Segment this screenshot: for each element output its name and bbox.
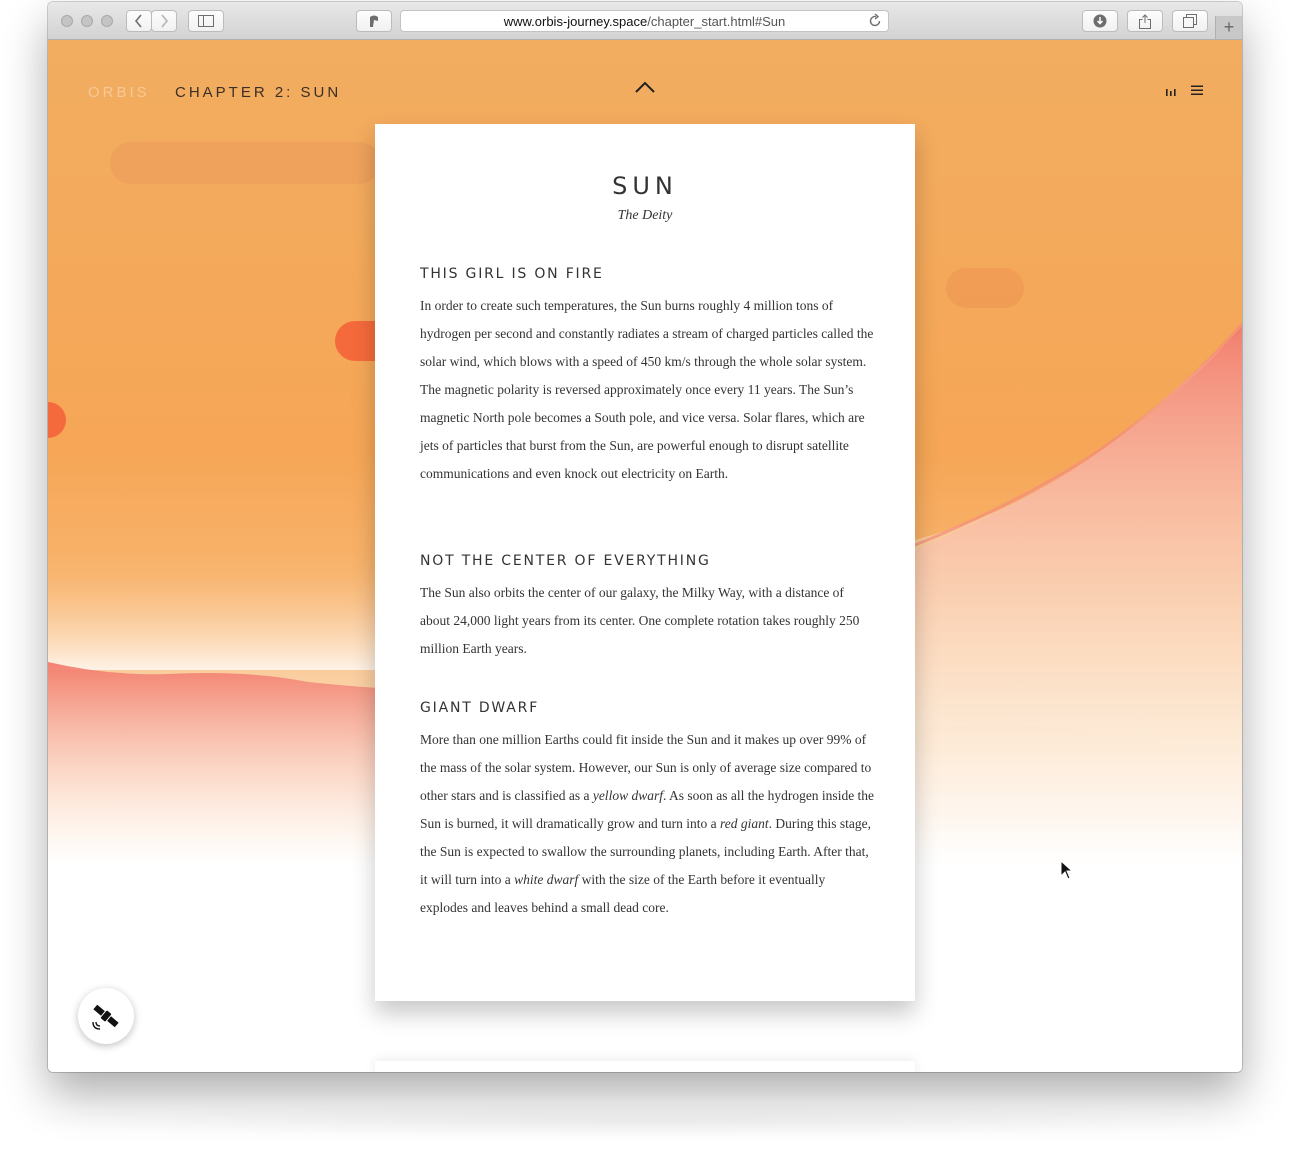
share-icon [1139, 13, 1151, 29]
section-heading: NOT THE CENTER OF EVERYTHING [420, 553, 711, 569]
next-card [375, 1061, 915, 1072]
card-subtitle: The Deity [617, 208, 673, 223]
downloads-button[interactable] [1082, 10, 1118, 32]
tabs-icon [1183, 14, 1197, 28]
minimize-window-button[interactable] [81, 15, 93, 27]
section-heading: THIS GIRL IS ON FIRE [420, 266, 604, 282]
hamburger-menu-icon[interactable] [1191, 85, 1203, 96]
satellite-button[interactable] [78, 988, 134, 1044]
ghostery-icon [370, 15, 378, 27]
chapter-title: CHAPTER 2: SUN [175, 84, 342, 101]
window-shadow [0, 1100, 1294, 1140]
plus-icon: + [1223, 17, 1235, 37]
address-bar[interactable]: www.orbis-journey.space/chapter_start.ht… [400, 10, 889, 32]
url-path: /chapter_start.html#Sun [647, 13, 786, 29]
satellite-icon [92, 1004, 119, 1030]
card-title: SUN [612, 172, 678, 200]
info-card: SUN The Deity THIS GIRL IS ON FIRE In or… [375, 124, 915, 1001]
section-body: More than one million Earths could fit i… [420, 726, 875, 922]
emphasis-term: red giant [719, 816, 769, 831]
sidebar-button[interactable] [188, 10, 224, 32]
sidebar-icon [198, 15, 214, 27]
browser-window: www.orbis-journey.space/chapter_start.ht… [48, 2, 1242, 1072]
mouse-cursor-icon [1060, 860, 1074, 880]
forward-button[interactable] [151, 10, 177, 32]
close-window-button[interactable] [61, 15, 73, 27]
bar-chart-icon[interactable] [1165, 86, 1177, 96]
emphasis-term: white dwarf [514, 872, 579, 887]
zoom-window-button[interactable] [101, 15, 113, 27]
chevron-up-icon[interactable] [635, 80, 655, 94]
site-brand[interactable]: ORBIS [88, 84, 150, 101]
back-button[interactable] [126, 10, 152, 32]
extension-button[interactable] [356, 10, 392, 32]
tabs-overview-button[interactable] [1172, 10, 1208, 32]
page-viewport: ORBIS CHAPTER 2: SUN SUN The Deity THIS … [48, 40, 1242, 1072]
section-body: The Sun also orbits the center of our ga… [420, 585, 860, 656]
new-tab-button[interactable]: + [1215, 16, 1242, 39]
url-host: www.orbis-journey.space [503, 13, 648, 29]
chevron-left-icon [134, 14, 142, 28]
section-body: In order to create such temperatures, th… [420, 298, 874, 481]
emphasis-term: yellow dwarf [592, 788, 663, 803]
share-button[interactable] [1127, 10, 1163, 32]
download-icon [1093, 14, 1107, 28]
section-heading: GIANT DWARF [420, 700, 540, 716]
chevron-right-icon [161, 14, 169, 28]
browser-toolbar: www.orbis-journey.space/chapter_start.ht… [48, 2, 1242, 40]
reload-icon[interactable] [868, 13, 882, 29]
